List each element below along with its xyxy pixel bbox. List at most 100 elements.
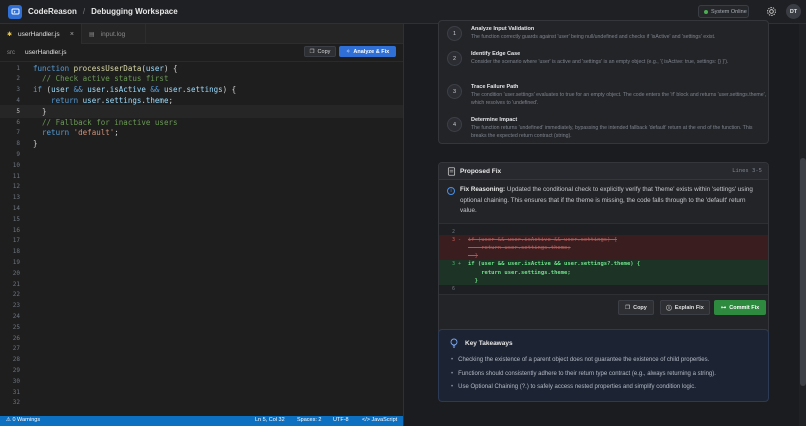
line-number: 19 [12, 259, 20, 267]
copy-icon: ❐ [309, 48, 315, 55]
line-number: 30 [12, 377, 20, 385]
user-avatar[interactable]: DT [786, 4, 801, 19]
fix-actions: ❐ Copy ⓘ Explain Fix ⊶ Commit Fix [439, 300, 768, 316]
workspace-title: Debugging Workspace [91, 7, 178, 16]
line-number: 6 [16, 118, 20, 126]
takeaways-title: Key Takeaways [465, 340, 513, 347]
analysis-steps-card: 1 Analyze Input Validation The function co… [438, 20, 769, 144]
tab-input-log[interactable]: ▤ input.log [82, 24, 146, 44]
code-text: } [33, 106, 47, 116]
line-number: 22 [12, 291, 20, 299]
step-number: 2 [447, 51, 462, 66]
system-status-badge: System Online [698, 5, 749, 18]
line-number: 17 [12, 237, 20, 245]
analysis-panel: 1 Analyze Input Validation The function co… [403, 20, 806, 426]
step-title: Determine Impact [471, 117, 518, 123]
line-number: 29 [12, 367, 20, 375]
line-number: 12 [12, 183, 20, 191]
scrollbar-thumb[interactable] [800, 158, 806, 386]
line-number: 14 [12, 205, 20, 213]
copy-fix-button[interactable]: ❐ Copy [618, 300, 654, 315]
diff-view: 2 3- if (user && user.isActive && user.set… [439, 223, 768, 295]
copy-fix-label: Copy [633, 304, 647, 311]
breadcrumb-root[interactable]: src [7, 50, 15, 56]
warnings-indicator[interactable]: ⚠ 0 Warnings [6, 417, 40, 423]
line-number: 28 [12, 356, 20, 364]
indent-setting[interactable]: Spaces: 2 [297, 417, 321, 423]
status-dot-icon [704, 9, 708, 14]
diff-code: } [468, 277, 478, 284]
takeaway-item: • Functions should consistently adhere to… [451, 371, 716, 377]
step-title: Analyze Input Validation [471, 26, 535, 32]
proposed-fix-card: Proposed Fix Lines 3-5 i Fix Reasoning: … [438, 162, 769, 344]
code-line[interactable]: 32 [0, 397, 403, 409]
diff-line-number: 2 [451, 228, 455, 235]
line-number: 31 [12, 388, 20, 396]
code-area[interactable]: 1 function processUserData(user) {2 // Ch… [0, 62, 403, 416]
document-icon [447, 167, 456, 176]
diff-code: return user.settings.theme; [468, 269, 571, 276]
line-number: 15 [12, 215, 20, 223]
line-number: 32 [12, 399, 20, 407]
encoding[interactable]: UTF-8 [333, 417, 349, 423]
line-number: 9 [16, 151, 20, 159]
line-number: 21 [12, 280, 20, 288]
tab-label: input.log [100, 30, 126, 38]
takeaway-text: Functions should consistently adhere to … [458, 371, 716, 377]
wand-icon: ✧ [345, 48, 351, 55]
gear-icon[interactable] [766, 6, 777, 17]
code-text: } [33, 139, 38, 149]
line-number: 5 [16, 107, 20, 115]
copy-code-button[interactable]: ❐ Copy [304, 46, 336, 57]
diff-code: if (user && user.isActive && user.settin… [468, 236, 618, 243]
fix-header: Proposed Fix Lines 3-5 [439, 163, 768, 180]
tab-userhandler[interactable]: ✱ userHandler.js × [0, 24, 82, 44]
step-number: 3 [447, 84, 462, 99]
fix-title: Proposed Fix [460, 168, 502, 175]
diff-code: } [468, 253, 478, 260]
diff-sign: - [458, 236, 462, 243]
code-editor: ✱ userHandler.js × ▤ input.log src userH… [0, 24, 403, 416]
step-number: 4 [447, 117, 462, 132]
close-icon[interactable]: × [70, 31, 74, 38]
takeaway-item: • Checking the existence of a parent obje… [451, 357, 710, 363]
line-number: 3 [16, 86, 20, 94]
editor-tabs: ✱ userHandler.js × ▤ input.log [0, 24, 403, 44]
step-description: The function correctly guards against 'u… [471, 34, 716, 40]
line-number: 20 [12, 269, 20, 277]
breadcrumb-separator: / [82, 7, 86, 16]
brand-name[interactable]: CodeReason [28, 7, 77, 16]
step-description: The condition 'user.settings' evaluates … [471, 92, 767, 106]
explain-fix-label: Explain Fix [674, 304, 704, 311]
step-description: Consider the scenario where 'user' is ac… [471, 59, 729, 65]
line-number: 2 [16, 75, 20, 83]
app-root: CodeReason / Debugging Workspace System … [0, 0, 806, 426]
diff-line-number: 3 [451, 236, 455, 243]
line-number: 13 [12, 194, 20, 202]
lightbulb-icon [450, 338, 458, 348]
analyze-fix-button[interactable]: ✧ Analyze & Fix [339, 46, 396, 57]
line-number: 26 [12, 334, 20, 342]
diff-code: return user.settings.theme; [468, 244, 571, 251]
app-logo-icon [8, 4, 22, 19]
line-number: 1 [16, 64, 20, 72]
line-number: 11 [12, 172, 20, 180]
log-file-icon: ▤ [89, 31, 95, 38]
copy-icon: ❐ [625, 304, 631, 311]
js-file-icon: ✱ [7, 31, 13, 38]
diff-code: if (user && user.isActive && user.settin… [468, 261, 641, 268]
cursor-position[interactable]: Ln 5, Col 32 [255, 417, 285, 423]
explain-fix-button[interactable]: ⓘ Explain Fix [660, 300, 710, 315]
analyze-label: Analyze & Fix [353, 48, 390, 55]
status-bar: ⚠ 0 Warnings Ln 5, Col 32 Spaces: 2 UTF-… [0, 416, 403, 426]
commit-fix-button[interactable]: ⊶ Commit Fix [714, 300, 766, 315]
copy-label: Copy [317, 48, 331, 55]
warnings-text: 0 Warnings [12, 417, 41, 423]
takeaway-item: • Use Optional Chaining (?.) to safely ac… [451, 384, 696, 390]
takeaway-text: Use Optional Chaining (?.) to safely acc… [458, 384, 696, 390]
diff-line-number: 3 [451, 261, 455, 268]
info-icon: i [447, 187, 455, 195]
tab-label: userHandler.js [18, 30, 60, 38]
language-mode[interactable]: </> JavaScript [362, 417, 397, 423]
breadcrumb-file[interactable]: userHandler.js [25, 49, 67, 56]
